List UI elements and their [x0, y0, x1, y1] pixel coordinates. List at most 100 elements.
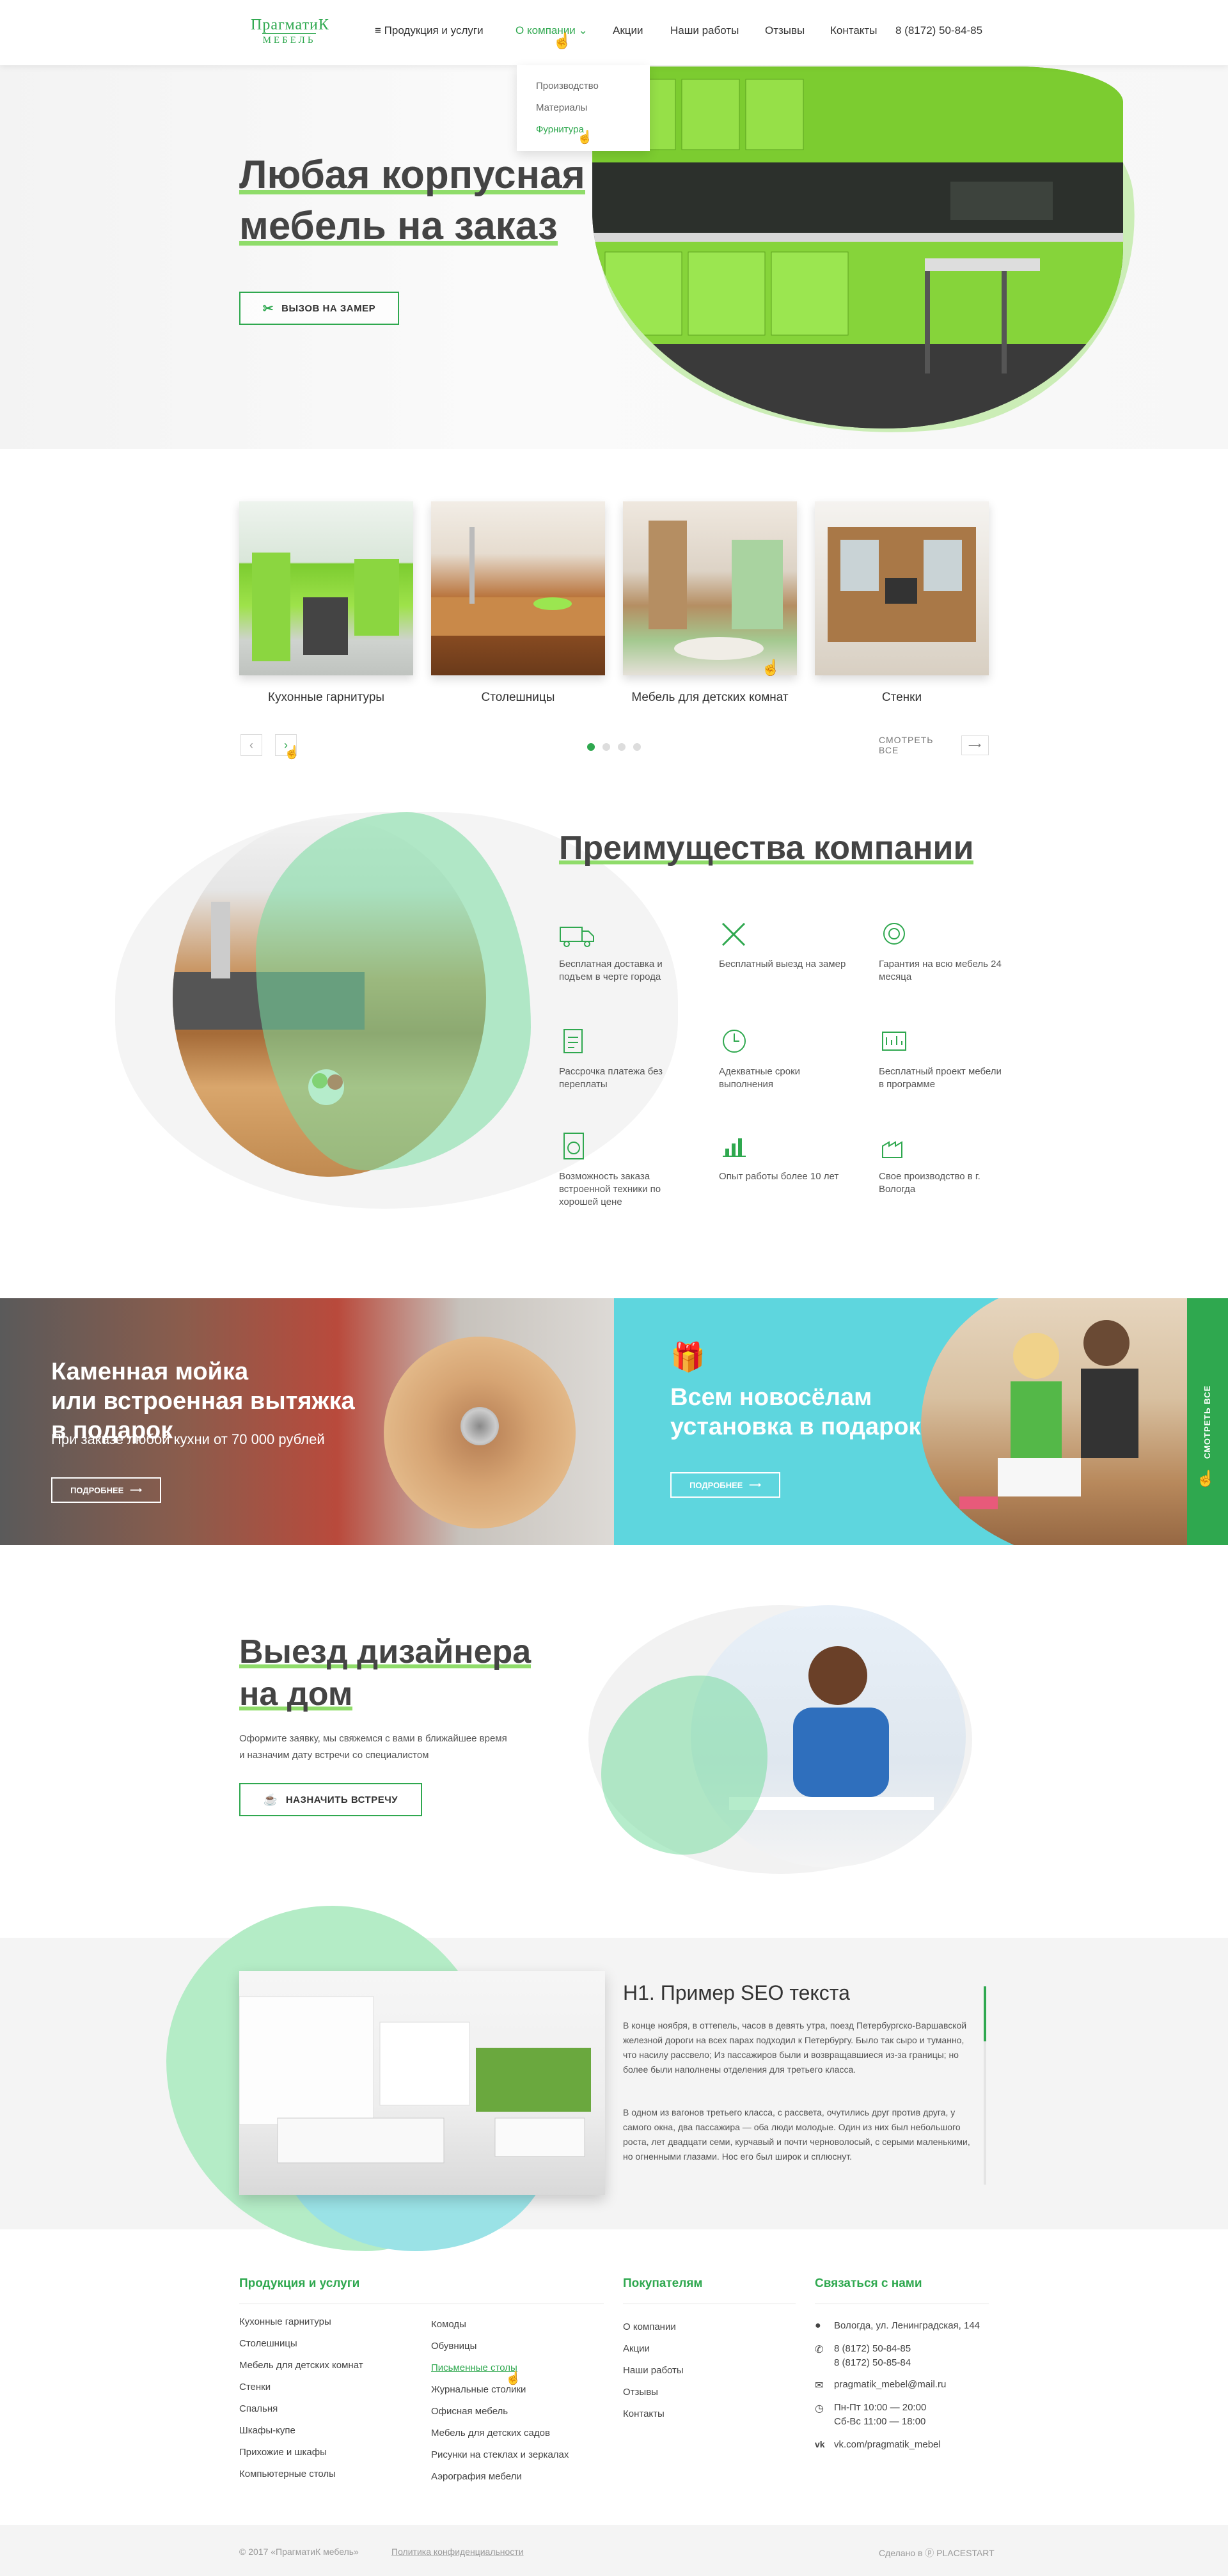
footer-phone-2[interactable]: 8 (8172) 50-85-84	[834, 2357, 911, 2368]
footer-link[interactable]: Отзывы	[623, 2387, 658, 2398]
header-phone[interactable]: 8 (8172) 50-84-85	[895, 24, 982, 37]
category-label-countertops[interactable]: Столешницы	[431, 691, 605, 705]
category-label-kids-furniture[interactable]: Мебель для детских комнат	[623, 691, 797, 705]
footer-link[interactable]: Мебель для детских комнат	[239, 2360, 363, 2371]
category-label-wall-units[interactable]: Стенки	[815, 691, 989, 705]
footer-phone-1[interactable]: 8 (8172) 50-84-85	[834, 2343, 911, 2354]
footer-customers-heading: Покупателям	[623, 2277, 703, 2290]
footer-email[interactable]: pragmatik_mebel@mail.ru	[834, 2379, 946, 2390]
footer-link[interactable]: Стенки	[239, 2382, 271, 2392]
privacy-policy-link[interactable]: Политика конфиденциальности	[391, 2547, 524, 2557]
promo-housewarming-more-button[interactable]: Подробнее ⟶	[670, 1472, 780, 1498]
footer-contacts-heading: Связаться с нами	[815, 2277, 922, 2290]
badge-icon	[879, 918, 917, 952]
advantage-appliances: Возможность заказа встроенной техники по…	[559, 1131, 687, 1209]
advantage-delivery: Бесплатная доставка и подъем в черте гор…	[559, 918, 687, 984]
footer-vk-link[interactable]: vk.com/pragmatik_mebel	[834, 2439, 941, 2450]
carousel-dot[interactable]	[602, 743, 610, 751]
factory-icon	[879, 1131, 917, 1164]
phone-icon: ✆	[815, 2344, 824, 2355]
document-icon	[559, 1026, 597, 1059]
footer-link[interactable]: Спальня	[239, 2403, 278, 2414]
footer-link[interactable]: Компьютерные столы	[239, 2469, 336, 2479]
category-label-kitchens[interactable]: Кухонные гарнитуры	[239, 691, 413, 705]
advantage-text: Бесплатная доставка и подъем в черте гор…	[559, 959, 663, 982]
dropdown-item-production[interactable]: Производство	[536, 81, 599, 91]
footer-link[interactable]: Аэрография мебели	[431, 2471, 522, 2482]
advantage-deadlines: Адекватные сроки выполнения	[719, 1026, 847, 1091]
logo[interactable]: ПрагматиК МЕБЕЛЬ	[251, 17, 329, 49]
seo-kitchen-image	[239, 1971, 605, 2195]
nav-works[interactable]: Наши работы	[670, 24, 739, 37]
footer-link[interactable]: Офисная мебель	[431, 2406, 508, 2417]
footer-bottom-bar: © 2017 «ПрагматиК мебель» Политика конфи…	[0, 2525, 1228, 2576]
seo-title: H1. Пример SEO текста	[623, 1981, 850, 2004]
ruler-tools-icon: ✂	[262, 301, 274, 316]
truck-icon	[559, 918, 597, 952]
hero-title-line2: мебель на заказ	[239, 204, 558, 248]
footer-link[interactable]: О компании	[623, 2321, 676, 2332]
arrow-right-icon: ⟶	[749, 1480, 761, 1489]
advantage-text: Рассрочка платежа без переплаты	[559, 1066, 663, 1090]
footer-link[interactable]: Столешницы	[239, 2338, 297, 2349]
seo-scrollbar-thumb[interactable]	[984, 1986, 986, 2041]
washing-machine-icon	[559, 1131, 597, 1164]
side-see-all-tab[interactable]: Смотреть все	[1187, 1298, 1228, 1545]
carousel-dot[interactable]	[633, 743, 641, 751]
footer-link[interactable]: Акции	[623, 2343, 650, 2354]
see-all-link[interactable]: Смотреть все ⟶	[879, 734, 989, 756]
footer-link[interactable]: Обувницы	[431, 2341, 476, 2352]
seo-paragraph-1: В конце ноября, в оттепель, часов в девя…	[623, 2020, 967, 2075]
measure-button-label: Вызов на замер	[281, 302, 376, 314]
footer-link[interactable]: Контакты	[623, 2408, 665, 2419]
seo-paragraph-2: В одном из вагонов третьего класса, с ра…	[623, 2107, 970, 2162]
blueprint-icon	[879, 1026, 917, 1059]
clock-icon	[719, 1026, 757, 1059]
nav-contacts[interactable]: Контакты	[830, 24, 877, 37]
footer-link-active[interactable]: Письменные столы	[431, 2362, 517, 2373]
arrow-right-icon: ⟶	[130, 1485, 142, 1495]
carousel-dot-active[interactable]	[587, 743, 595, 751]
advantage-text: Опыт работы более 10 лет	[719, 1171, 839, 1182]
footer-link[interactable]: Рисунки на стеклах и зеркалах	[431, 2449, 569, 2460]
promo-sink-more-button[interactable]: Подробнее ⟶	[51, 1477, 161, 1503]
nav-about[interactable]: О компании ⌄	[516, 24, 588, 37]
side-tab-label: Смотреть все	[1202, 1385, 1213, 1459]
category-card-wall-units[interactable]	[815, 501, 989, 675]
gift-icon: 🎁	[670, 1342, 705, 1373]
sink-drain	[460, 1407, 499, 1445]
cursor-hand-icon: ☝	[505, 2371, 521, 2385]
schedule-meeting-button[interactable]: ☕ Назначить встречу	[239, 1783, 422, 1816]
advantage-text: Бесплатный выезд на замер	[719, 959, 846, 970]
footer-link[interactable]: Шкафы-купе	[239, 2425, 295, 2436]
category-card-kitchens[interactable]	[239, 501, 413, 675]
footer-link[interactable]: Мебель для детских садов	[431, 2428, 550, 2439]
nav-reviews[interactable]: Отзывы	[765, 24, 805, 37]
promo-sink-subtitle: При заказе любой кухни от 70 000 рублей	[51, 1431, 325, 1447]
footer-address: Вологда, ул. Ленинградская, 144	[834, 2320, 980, 2331]
nav-promotions[interactable]: Акции	[613, 24, 643, 37]
carousel-prev-button[interactable]: ‹	[240, 734, 262, 756]
dropdown-item-materials[interactable]: Материалы	[536, 102, 587, 113]
vk-icon: vk	[815, 2439, 825, 2449]
made-by-link[interactable]: Сделано в ⓟ PLACESTART	[879, 2547, 995, 2559]
ruler-pencil-icon	[719, 918, 757, 952]
advantage-text: Гарантия на всю мебель 24 месяца	[879, 959, 1002, 982]
nav-products[interactable]: ≡ Продукция и услуги	[375, 24, 484, 37]
category-card-countertops[interactable]	[431, 501, 605, 675]
site-header: ПрагматиК МЕБЕЛЬ ≡ Продукция и услуги О …	[0, 0, 1228, 65]
measure-button[interactable]: ✂ Вызов на замер	[239, 292, 399, 325]
footer-link[interactable]: Комоды	[431, 2319, 466, 2330]
hero-title: Любая корпусная мебель на заказ	[239, 150, 585, 252]
see-all-label: Смотреть все	[879, 735, 934, 755]
footer-link[interactable]: Наши работы	[623, 2365, 684, 2376]
category-card-kids-furniture[interactable]	[623, 501, 797, 675]
couple-image	[921, 1298, 1228, 1545]
about-dropdown: Производство Материалы Фурнитура ☝	[517, 65, 650, 151]
carousel-dot[interactable]	[618, 743, 626, 751]
footer-link[interactable]: Прихожие и шкафы	[239, 2447, 327, 2458]
advantage-warranty: Гарантия на всю мебель 24 месяца	[879, 918, 1007, 984]
cursor-hand-icon: ☝	[1196, 1470, 1215, 1488]
location-pin-icon: ●	[815, 2320, 821, 2331]
footer-link[interactable]: Кухонные гарнитуры	[239, 2316, 331, 2327]
